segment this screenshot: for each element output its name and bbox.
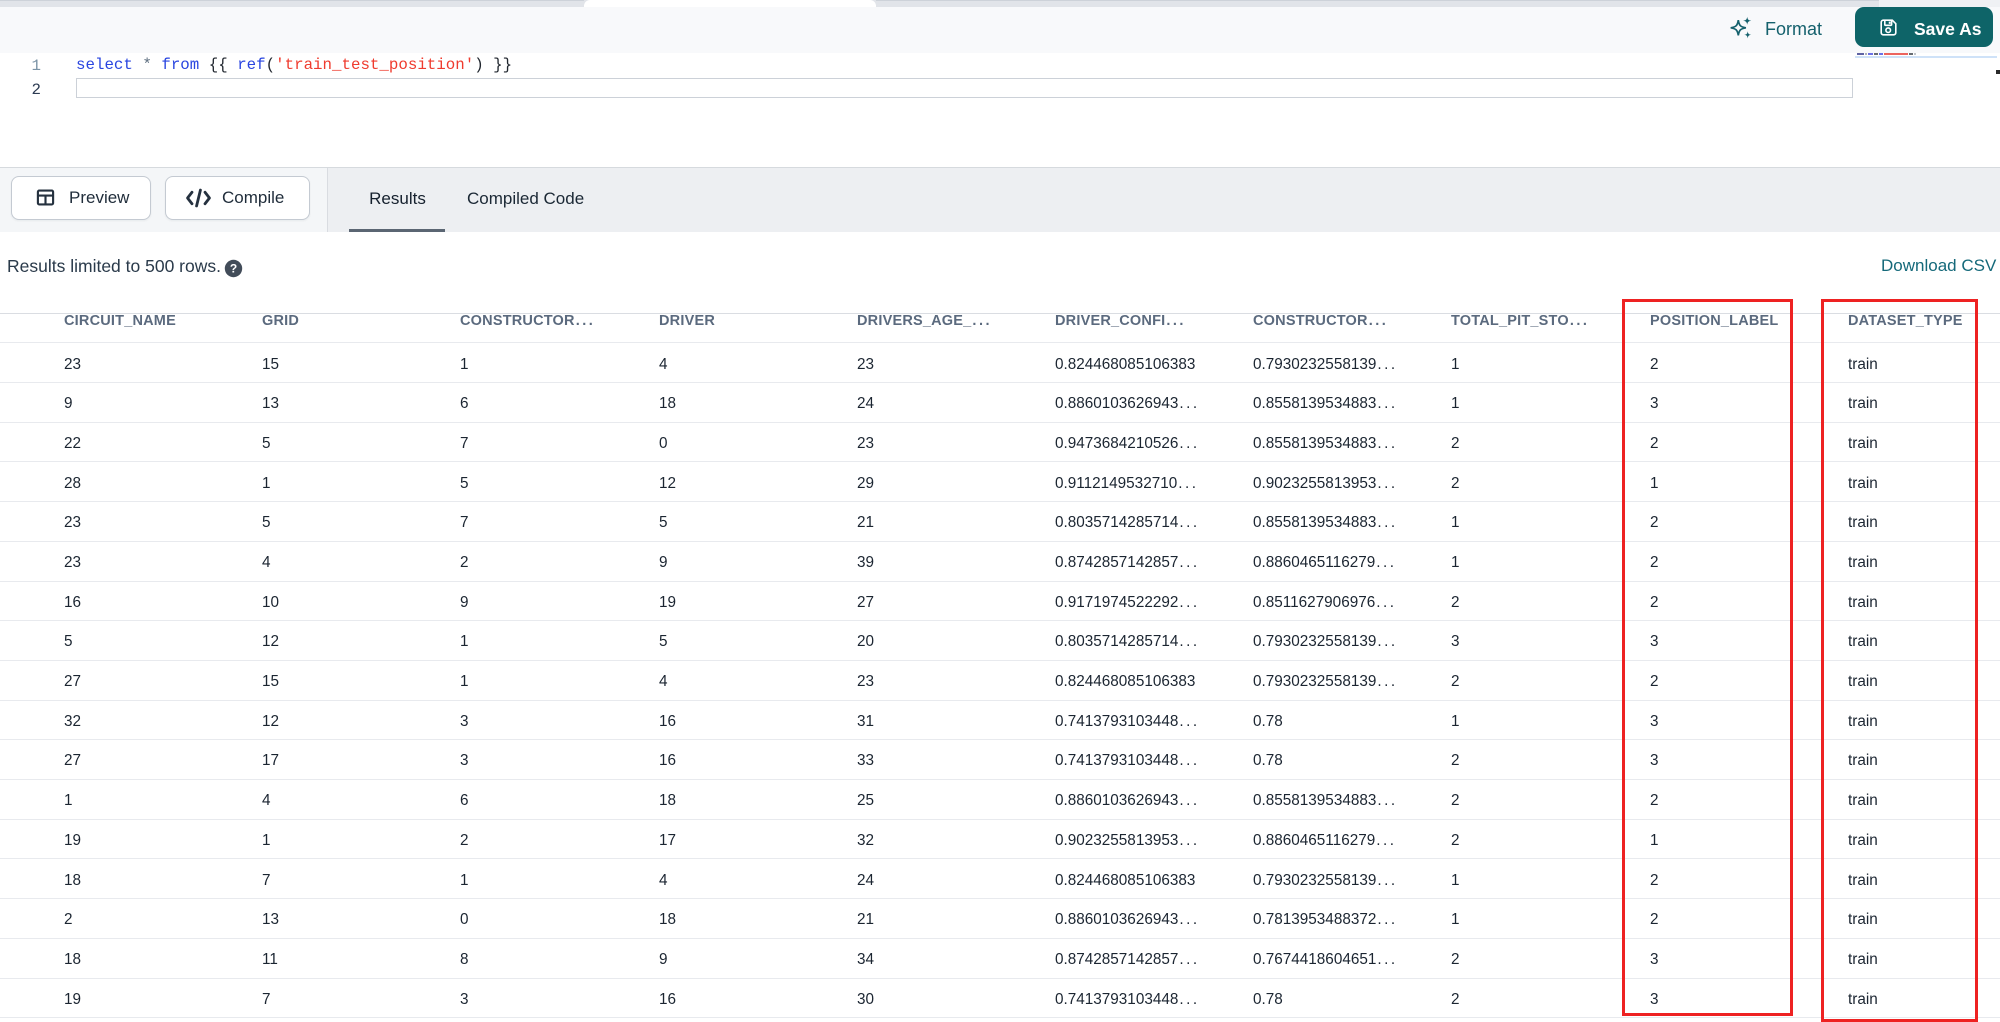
svg-text:?: ? <box>230 262 237 276</box>
